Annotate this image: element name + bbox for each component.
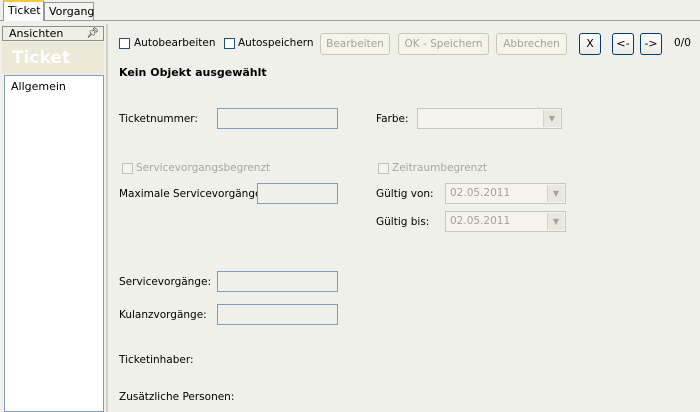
autospeichern-label: Autospeichern bbox=[238, 37, 314, 49]
bearbeiten-button[interactable]: Bearbeiten bbox=[320, 33, 390, 55]
gueltig-bis-value: 02.05.2011 bbox=[450, 215, 511, 227]
zeitraumbegrenzt-checkbox[interactable] bbox=[378, 163, 389, 174]
previous-button[interactable]: <- bbox=[612, 33, 634, 55]
tab-vorgang[interactable]: Vorgang bbox=[44, 2, 94, 20]
sidebar-list: Allgemein bbox=[4, 75, 104, 412]
ansichten-label: Ansichten bbox=[9, 27, 64, 40]
ansichten-header[interactable]: Ansichten 📌︎ bbox=[2, 26, 104, 41]
sidebar-title-panel: Ticket bbox=[2, 42, 104, 74]
chevron-down-icon[interactable]: ▼ bbox=[547, 213, 564, 230]
ok-speichern-button[interactable]: OK - Speichern bbox=[398, 33, 489, 55]
farbe-label: Farbe: bbox=[376, 113, 409, 125]
autospeichern-checkbox[interactable] bbox=[224, 38, 235, 49]
tab-label: Ticket bbox=[8, 4, 41, 17]
tab-ticket[interactable]: Ticket bbox=[3, 0, 44, 21]
next-button[interactable]: -> bbox=[640, 33, 662, 55]
autobearbeiten-checkbox[interactable] bbox=[119, 38, 130, 49]
abbrechen-button[interactable]: Abbrechen bbox=[496, 33, 567, 55]
kulanzvorgaenge-field[interactable] bbox=[217, 304, 338, 325]
gueltig-von-date[interactable]: 02.05.2011 ▼ bbox=[445, 183, 566, 204]
main-panel: Autobearbeiten Autospeichern Bearbeiten … bbox=[108, 24, 700, 412]
servicevorgaenge-label: Servicevorgänge: bbox=[119, 276, 211, 288]
servicevorgangsbegrenzt-checkbox[interactable] bbox=[122, 163, 133, 174]
zusaetzliche-personen-label: Zusätzliche Personen: bbox=[119, 391, 235, 403]
status-title: Kein Objekt ausgewählt bbox=[119, 66, 267, 79]
record-counter: 0/0 bbox=[674, 37, 691, 49]
tab-label: Vorgang bbox=[49, 5, 95, 18]
chevron-down-icon[interactable]: ▼ bbox=[543, 110, 560, 127]
gueltig-von-value: 02.05.2011 bbox=[450, 187, 511, 199]
gueltig-bis-label: Gültig bis: bbox=[376, 216, 430, 228]
close-button[interactable]: X bbox=[579, 33, 601, 55]
chevron-down-icon[interactable]: ▼ bbox=[547, 185, 564, 202]
servicevorgaenge-field[interactable] bbox=[217, 271, 338, 292]
sidebar-title: Ticket bbox=[12, 48, 71, 68]
ticketinhaber-label: Ticketinhaber: bbox=[119, 354, 194, 366]
ticketnummer-field[interactable] bbox=[217, 108, 338, 129]
gueltig-bis-date[interactable]: 02.05.2011 ▼ bbox=[445, 211, 566, 232]
kulanzvorgaenge-label: Kulanzvorgänge: bbox=[119, 309, 207, 321]
farbe-select[interactable]: ▼ bbox=[417, 108, 562, 129]
maximale-servicevorgaenge-field[interactable] bbox=[257, 183, 338, 204]
ticketnummer-label: Ticketnummer: bbox=[119, 113, 198, 125]
pin-icon[interactable]: 📌︎ bbox=[86, 27, 99, 41]
zeitraumbegrenzt-label: Zeitraumbegrenzt bbox=[392, 162, 487, 174]
gueltig-von-label: Gültig von: bbox=[376, 188, 434, 200]
sidebar-item-allgemein[interactable]: Allgemein bbox=[11, 80, 66, 93]
tab-bar bbox=[0, 0, 700, 21]
maximale-servicevorgaenge-label: Maximale Servicevorgänge: bbox=[119, 188, 265, 200]
servicevorgangsbegrenzt-label: Servicevorgangsbegrenzt bbox=[136, 162, 271, 174]
autobearbeiten-label: Autobearbeiten bbox=[134, 37, 216, 49]
